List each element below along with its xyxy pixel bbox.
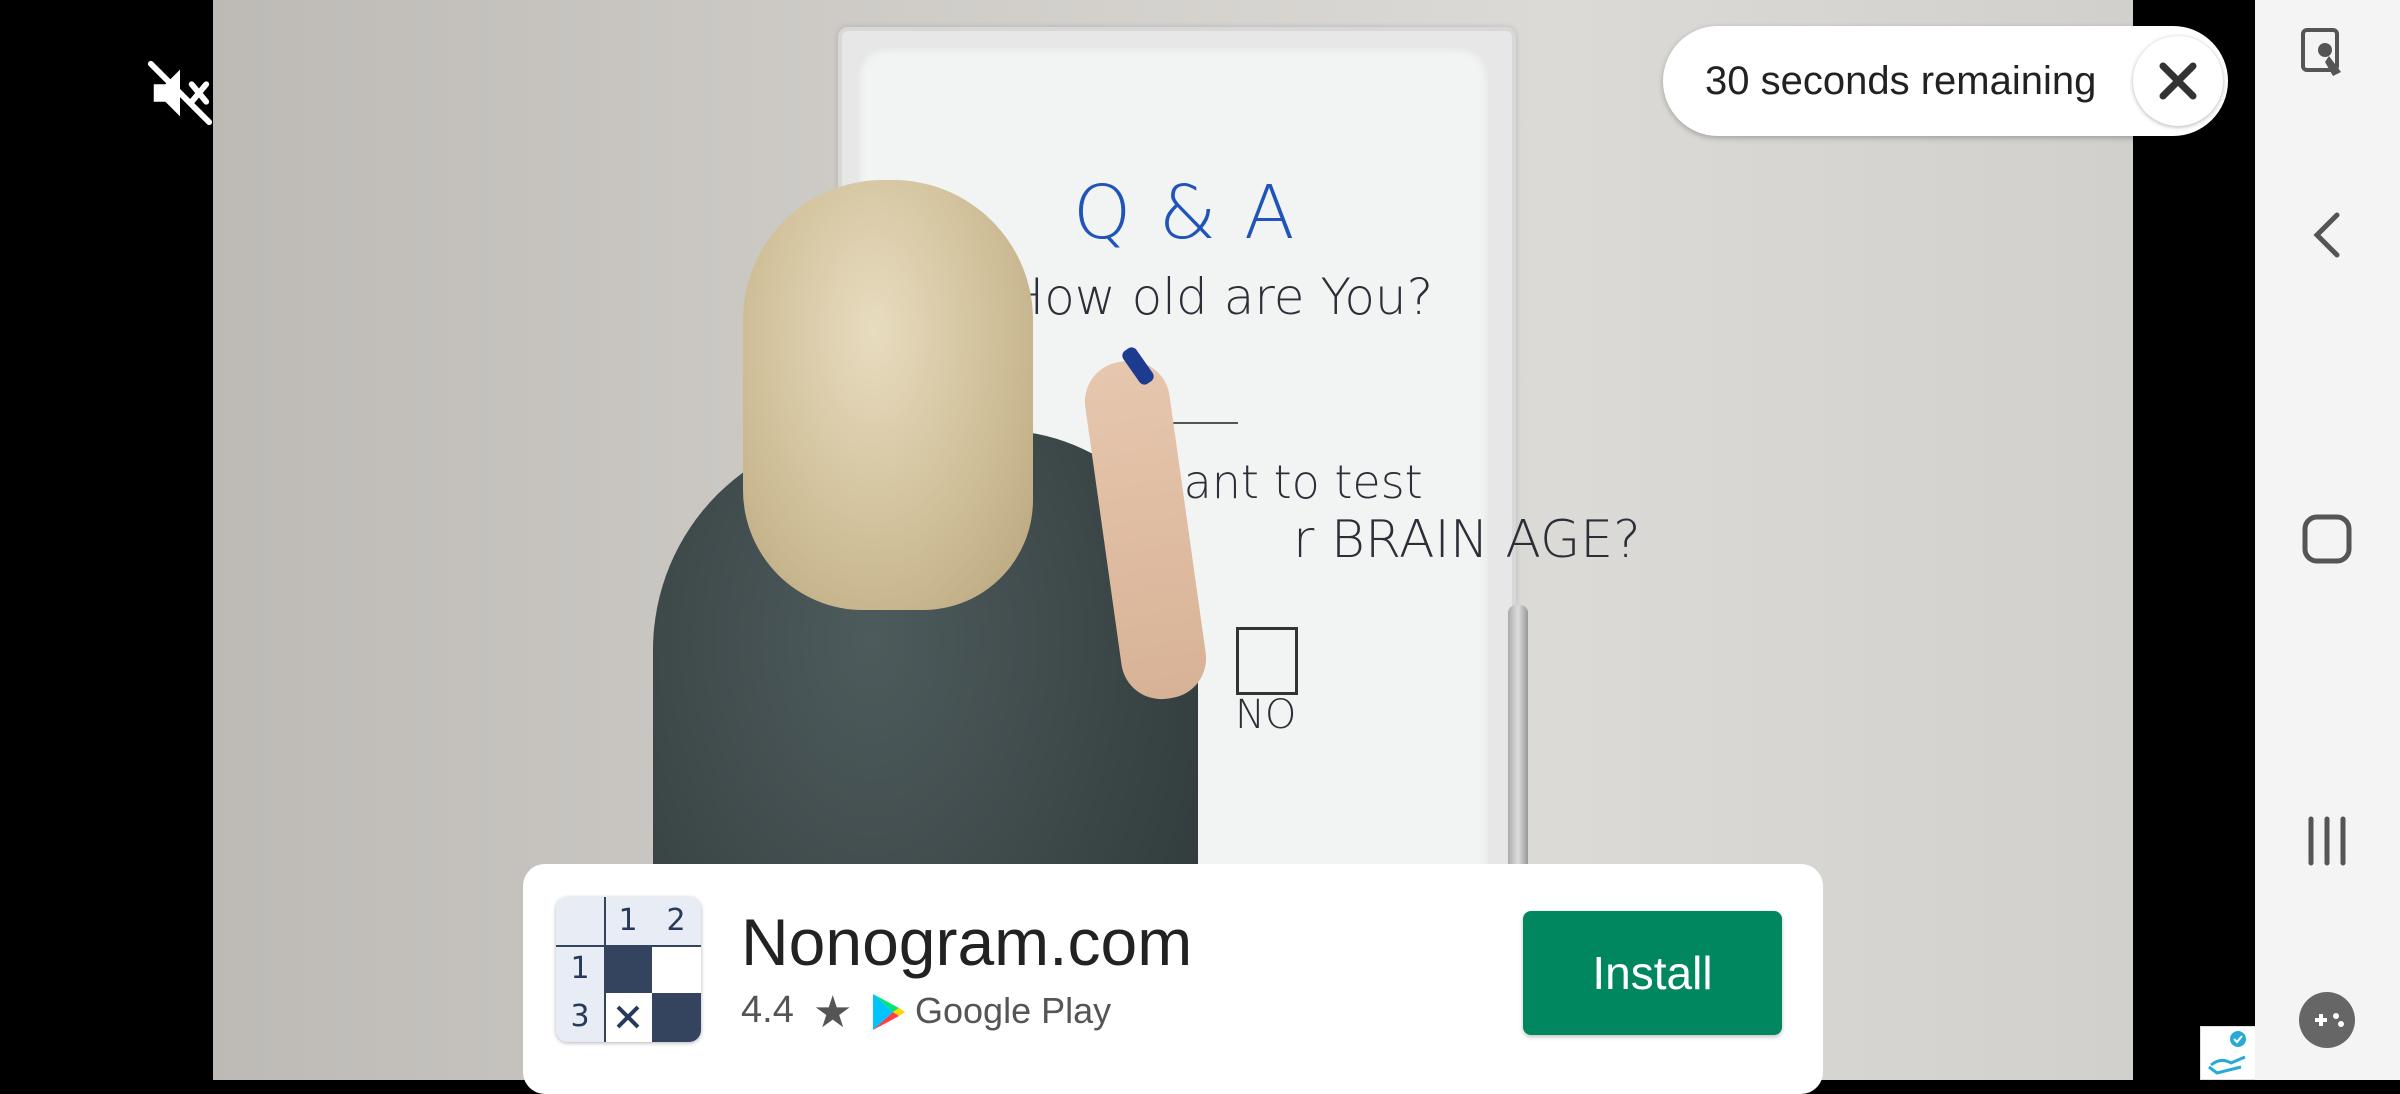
row-header: 1 <box>570 951 590 986</box>
col-header: 1 <box>618 903 638 938</box>
nonogram-app-icon[interactable]: 1 2 1 3 <box>556 897 701 1042</box>
google-play-icon <box>873 994 905 1030</box>
countdown-text: 30 seconds remaining <box>1705 59 2097 103</box>
app-name: Nonogram.com <box>741 905 1193 979</box>
filled-cell <box>652 993 701 1042</box>
recents-icon[interactable] <box>2255 781 2400 901</box>
row-header: 3 <box>570 999 590 1034</box>
home-icon[interactable] <box>2255 479 2400 599</box>
cross-mark-icon <box>616 1005 640 1029</box>
screen-lock-icon[interactable] <box>2255 0 2400 120</box>
store-name: Google Play <box>915 990 1112 1031</box>
install-button[interactable]: Install <box>1523 911 1782 1035</box>
whiteboard-option-no: NO <box>1235 692 1297 738</box>
adchoices-icon[interactable] <box>2200 1026 2256 1080</box>
game-tools-icon[interactable] <box>2255 960 2400 1080</box>
ad-banner[interactable]: 1 2 1 3 Nonogram.com 4.4 ★ Google Play I… <box>523 864 1823 1094</box>
whiteboard-question-2-line-2: r BRAIN AGE? <box>1293 510 1641 570</box>
navigation-bar <box>2255 0 2400 1080</box>
person-hair <box>743 180 1033 610</box>
whiteboard-heading: Q & A <box>1073 170 1297 256</box>
filled-cell <box>604 945 652 993</box>
col-header: 2 <box>666 903 686 938</box>
close-button[interactable] <box>2133 36 2223 126</box>
back-icon[interactable] <box>2255 177 2400 297</box>
countdown-pill: 30 seconds remaining <box>1663 26 2228 136</box>
app-rating: 4.4 <box>741 989 794 1031</box>
whiteboard-checkbox <box>1236 627 1298 695</box>
volume-off-icon[interactable] <box>145 58 215 128</box>
close-icon <box>2159 62 2197 100</box>
star-icon: ★ <box>813 988 853 1037</box>
